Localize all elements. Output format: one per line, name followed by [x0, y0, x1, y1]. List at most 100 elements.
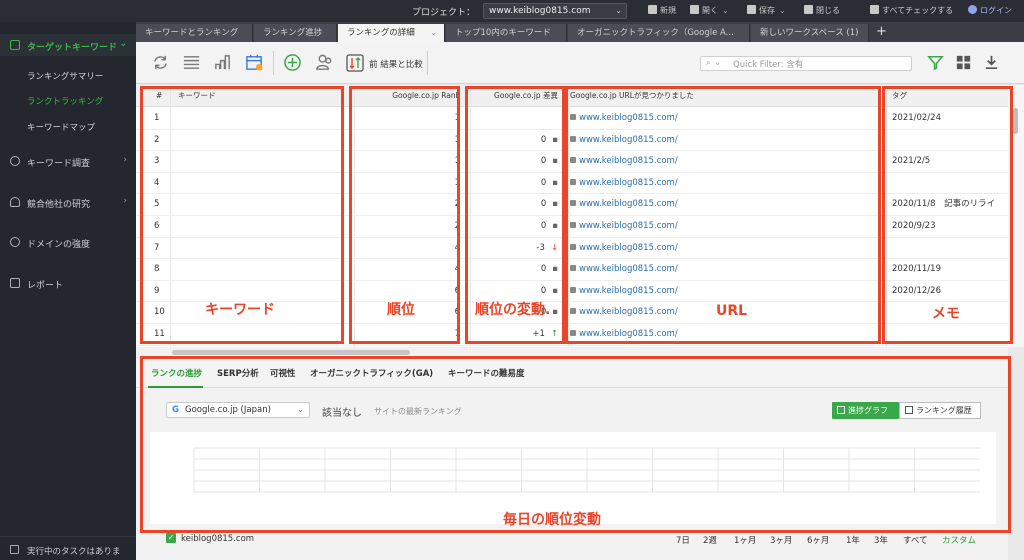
range-3y[interactable]: 3年: [874, 534, 888, 546]
range-1y[interactable]: 1年: [846, 534, 860, 546]
running-tasks-bar[interactable]: 実行中のタスクはありま: [0, 536, 136, 560]
legend-checkbox[interactable]: ✓: [166, 533, 176, 543]
lock-icon: [570, 330, 576, 336]
task-icon: [10, 545, 19, 554]
keyword-cell: [170, 173, 354, 195]
url-link[interactable]: www.keiblog0815.com/: [579, 178, 678, 188]
range-6m[interactable]: 6ヶ月: [807, 534, 829, 546]
ranking-history-button[interactable]: ランキング履歴: [899, 402, 981, 419]
check-all-button[interactable]: すべてチェックする: [870, 5, 953, 16]
progress-graph-button[interactable]: 進捗グラフ: [832, 402, 899, 419]
range-2w[interactable]: 2週: [703, 534, 717, 546]
url-cell: www.keiblog0815.com/: [568, 173, 886, 195]
url-link[interactable]: www.keiblog0815.com/: [579, 113, 678, 123]
url-cell: www.keiblog0815.com/: [568, 238, 886, 260]
refresh-icon[interactable]: [151, 53, 170, 72]
no-change-icon: ▪: [552, 156, 558, 167]
project-select[interactable]: www.keiblog0815.com ⌄: [483, 3, 627, 19]
close-button[interactable]: 閉じる: [804, 5, 840, 16]
range-3m[interactable]: 3ヶ月: [770, 534, 792, 546]
compare-previous-button[interactable]: 前 結果と比較: [345, 52, 423, 74]
range-7d[interactable]: 7日: [676, 534, 690, 546]
users-icon[interactable]: [315, 53, 334, 72]
column-header-url[interactable]: Google.co.jp URLが見つかりました: [568, 85, 886, 107]
row-number: 1: [154, 113, 160, 123]
lock-icon: [570, 222, 576, 228]
no-change-icon: ▪: [552, 264, 558, 275]
tab-serp-analysis[interactable]: SERP分析: [217, 367, 259, 379]
scroll-thumb[interactable]: [1013, 108, 1018, 134]
url-cell: www.keiblog0815.com/: [568, 259, 886, 281]
download-icon[interactable]: [982, 53, 1001, 72]
tab-new-workspace[interactable]: 新しいワークスペース (1): [751, 24, 869, 42]
url-link[interactable]: www.keiblog0815.com/: [579, 221, 678, 231]
active-tab-indicator: [148, 386, 203, 388]
quick-filter-input[interactable]: ⌕ ⌄ Quick Filter: 含有: [700, 56, 912, 71]
save-button[interactable]: 保存 ⌄: [747, 5, 786, 16]
filter-icon[interactable]: [926, 53, 945, 72]
tab-keywords-and-rankings[interactable]: キーワードとランキング: [136, 24, 253, 42]
range-custom[interactable]: カスタム: [942, 534, 976, 546]
scroll-thumb[interactable]: [172, 350, 410, 355]
keyword-cell: [170, 194, 354, 216]
column-header-diff[interactable]: Google.co.jp 差異: [470, 85, 568, 107]
column-header-tag[interactable]: タグ: [886, 85, 1008, 107]
url-link[interactable]: www.keiblog0815.com/: [579, 243, 678, 253]
sidebar-item-target-keywords[interactable]: ターゲットキーワード ⌄: [0, 34, 136, 56]
sidebar-item-domain-strength[interactable]: ドメインの強度: [0, 231, 136, 253]
range-1m[interactable]: 1ヶ月: [734, 534, 756, 546]
calendar-icon[interactable]: [245, 53, 264, 72]
tab-visibility[interactable]: 可視性: [270, 367, 296, 379]
tab-organic-traffic-ga[interactable]: オーガニックトラフィック(GA): [310, 367, 433, 379]
sidebar-item-keyword-research[interactable]: キーワード調査 ›: [0, 150, 136, 172]
column-header-keyword[interactable]: キーワード: [170, 85, 354, 107]
tab-keyword-difficulty[interactable]: キーワードの難易度: [448, 367, 525, 379]
sidebar-subitem-ranking-summary[interactable]: ランキングサマリー: [27, 70, 103, 82]
diff-cell: -3 ↓: [470, 238, 568, 260]
diff-value: +1: [532, 329, 545, 339]
url-link[interactable]: www.keiblog0815.com/: [579, 135, 678, 145]
sidebar: ターゲットキーワード ⌄ ランキングサマリー ランクトラッキング キーワードマッ…: [0, 22, 136, 560]
tab-top10-keywords[interactable]: トップ10内のキーワード: [446, 24, 567, 42]
row-number: 4: [154, 177, 160, 188]
url-link[interactable]: www.keiblog0815.com/: [579, 307, 678, 317]
annotation-label-url: URL: [716, 303, 748, 319]
url-link[interactable]: www.keiblog0815.com/: [579, 329, 678, 339]
lock-icon: [570, 243, 576, 250]
bar-chart-icon[interactable]: [213, 53, 232, 72]
column-header-number[interactable]: #: [136, 85, 170, 107]
url-link[interactable]: www.keiblog0815.com/: [579, 286, 678, 296]
sidebar-subitem-rank-tracking[interactable]: ランクトラッキング: [27, 95, 103, 107]
list-icon[interactable]: [182, 53, 201, 72]
legend-label: keiblog0815.com: [181, 534, 255, 544]
tab-organic-traffic[interactable]: オーガニックトラフィック（Google A...: [568, 24, 750, 42]
url-link[interactable]: www.keiblog0815.com/: [579, 156, 678, 166]
diff-cell: 0 ▪: [470, 151, 568, 173]
tab-ranking-progress[interactable]: ランキング進捗: [254, 24, 337, 42]
lock-icon: [570, 265, 576, 272]
range-all[interactable]: すべて: [903, 534, 928, 546]
open-button[interactable]: 開く ⌄: [690, 5, 729, 16]
grid-view-icon[interactable]: [954, 53, 973, 72]
tag-cell: 2021/02/24: [892, 113, 941, 123]
vertical-scrollbar[interactable]: [1008, 85, 1024, 347]
sidebar-item-reports[interactable]: レポート: [0, 272, 136, 294]
sidebar-item-competitor-research[interactable]: 競合他社の研究 ›: [0, 191, 136, 213]
add-circle-icon[interactable]: [283, 53, 302, 72]
workspace-tabs: キーワードとランキング ランキング進捗 ランキングの詳細 ⌄ トップ10内のキーワ…: [136, 22, 1024, 42]
login-button[interactable]: ログイン: [968, 5, 1012, 16]
url-link[interactable]: www.keiblog0815.com/: [579, 264, 678, 274]
url-link[interactable]: www.keiblog0815.com/: [579, 199, 678, 209]
diff-value: 0: [540, 285, 547, 296]
new-button[interactable]: 新規: [648, 5, 676, 16]
top-bar: プロジェクト： www.keiblog0815.com ⌄ 新規 開く ⌄ 保存 ⌄…: [0, 0, 1024, 22]
user-icon: [968, 5, 977, 14]
tab-ranking-details[interactable]: ランキングの詳細 ⌄: [338, 24, 445, 42]
horizontal-scrollbar[interactable]: [136, 347, 1008, 357]
sidebar-subitem-keyword-map[interactable]: キーワードマップ: [27, 121, 95, 133]
column-header-rank[interactable]: Google.co.jp Rank: [354, 85, 470, 107]
diff-cell: 0 ▪: [470, 130, 568, 152]
tab-rank-progress[interactable]: ランクの進捗: [151, 367, 202, 379]
search-engine-select[interactable]: G Google.co.jp (Japan) ⌄: [166, 402, 310, 418]
add-tab-icon[interactable]: +: [876, 24, 887, 40]
